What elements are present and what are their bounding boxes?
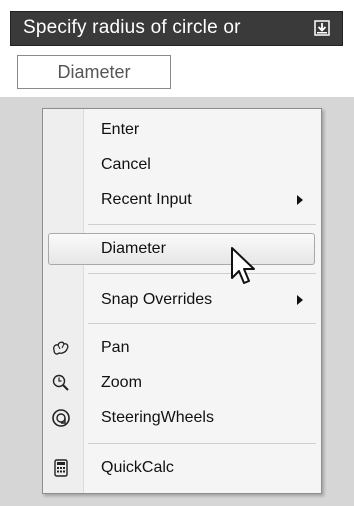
menu-item-steeringwheels[interactable]: SteeringWheels	[43, 401, 321, 435]
command-prompt-bar[interactable]: Specify radius of circle or	[10, 11, 343, 46]
menu-item-label: Cancel	[101, 156, 151, 173]
submenu-arrow-icon	[297, 195, 303, 205]
menu-item-label: Snap Overrides	[101, 291, 213, 308]
mouse-pointer-icon	[231, 247, 255, 284]
menu-item-snap-overrides[interactable]: Snap Overrides	[43, 283, 321, 317]
menu-separator	[88, 273, 316, 274]
menu-separator	[88, 443, 316, 444]
menu-separator	[88, 224, 316, 225]
diameter-option-button[interactable]: Diameter	[17, 55, 171, 89]
menu-separator	[88, 323, 316, 324]
menu-item-enter[interactable]: Enter	[43, 113, 321, 147]
command-area: Specify radius of circle or Diameter	[0, 0, 354, 97]
menu-item-label: Enter	[101, 121, 140, 138]
dropdown-arrow-icon[interactable]	[314, 20, 330, 36]
steering-wheel-icon	[52, 409, 70, 427]
context-menu: Enter Cancel Recent Input Diameter Snap …	[42, 108, 322, 494]
zoom-icon	[52, 374, 69, 391]
menu-item-label: SteeringWheels	[101, 409, 214, 426]
menu-item-recent-input[interactable]: Recent Input	[43, 183, 321, 217]
command-prompt-text: Specify radius of circle or	[23, 17, 241, 38]
menu-item-zoom[interactable]: Zoom	[43, 366, 321, 400]
menu-item-highlight	[48, 233, 315, 265]
pan-hand-icon	[53, 341, 69, 355]
menu-item-diameter[interactable]: Diameter	[43, 232, 321, 266]
menu-item-label: Diameter	[101, 240, 166, 257]
menu-item-label: Zoom	[101, 374, 142, 391]
menu-item-label: Pan	[101, 339, 130, 356]
menu-item-label: QuickCalc	[101, 459, 174, 476]
calculator-icon	[54, 459, 68, 477]
menu-item-quickcalc[interactable]: QuickCalc	[43, 451, 321, 485]
submenu-arrow-icon	[297, 295, 303, 305]
menu-item-cancel[interactable]: Cancel	[43, 148, 321, 182]
menu-item-pan[interactable]: Pan	[43, 331, 321, 365]
menu-item-label: Recent Input	[101, 191, 192, 208]
